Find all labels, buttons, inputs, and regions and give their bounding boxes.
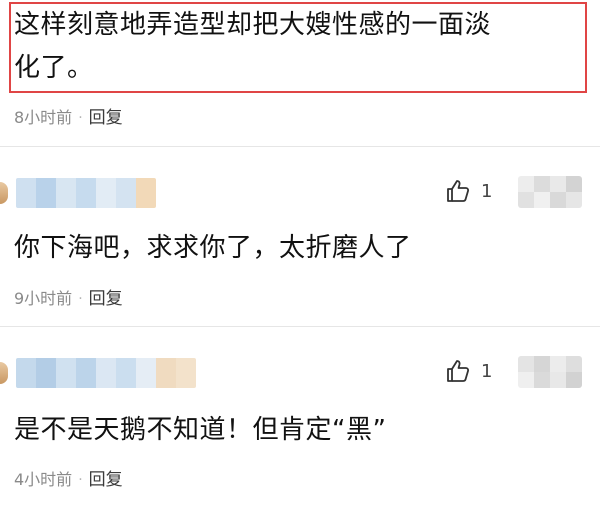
like-button[interactable]: 1 — [445, 178, 492, 204]
reply-button[interactable]: 回复 — [89, 289, 123, 309]
reply-button[interactable]: 回复 — [89, 470, 123, 490]
highlighted-comment-line-1: 这样刻意地弄造型却把大嫂性感的一面淡 — [14, 10, 492, 40]
blurred-username[interactable] — [16, 178, 156, 208]
meta-separator: · — [78, 472, 83, 488]
blurred-image-thumbnail[interactable] — [518, 176, 582, 208]
divider — [0, 146, 600, 147]
like-count: 1 — [481, 180, 493, 202]
comment-2-text: 是不是天鹅不知道！但肯定“黑” — [14, 415, 387, 445]
comment-1-user-row: 1 — [0, 176, 600, 210]
avatar[interactable] — [0, 182, 8, 204]
divider — [0, 326, 600, 327]
comment-1-meta: 9小时前 · 回复 — [14, 289, 123, 309]
comment-timestamp: 9小时前 — [14, 289, 73, 308]
like-button[interactable]: 1 — [445, 358, 492, 384]
thumbs-up-icon — [447, 180, 470, 202]
highlighted-comment-meta: 8小时前 · 回复 — [14, 108, 123, 128]
comment-timestamp: 4小时前 — [14, 470, 73, 489]
avatar[interactable] — [0, 362, 8, 384]
comment-2-meta: 4小时前 · 回复 — [14, 470, 123, 490]
blurred-username[interactable] — [16, 358, 196, 388]
thumbs-up-icon — [447, 360, 470, 382]
comment-timestamp: 8小时前 — [14, 108, 73, 127]
meta-separator: · — [78, 291, 83, 307]
meta-separator: · — [78, 110, 83, 126]
reply-button[interactable]: 回复 — [89, 108, 123, 128]
comment-1-text: 你下海吧，求求你了，太折磨人了 — [14, 233, 412, 263]
comment-2-user-row: 1 — [0, 356, 600, 390]
comment-feed: 这样刻意地弄造型却把大嫂性感的一面淡 化了。 8小时前 · 回复 1 你下海吧，… — [0, 0, 600, 514]
highlighted-comment-line-2: 化了。 — [14, 53, 94, 83]
like-count: 1 — [481, 360, 493, 382]
blurred-image-thumbnail[interactable] — [518, 356, 582, 388]
